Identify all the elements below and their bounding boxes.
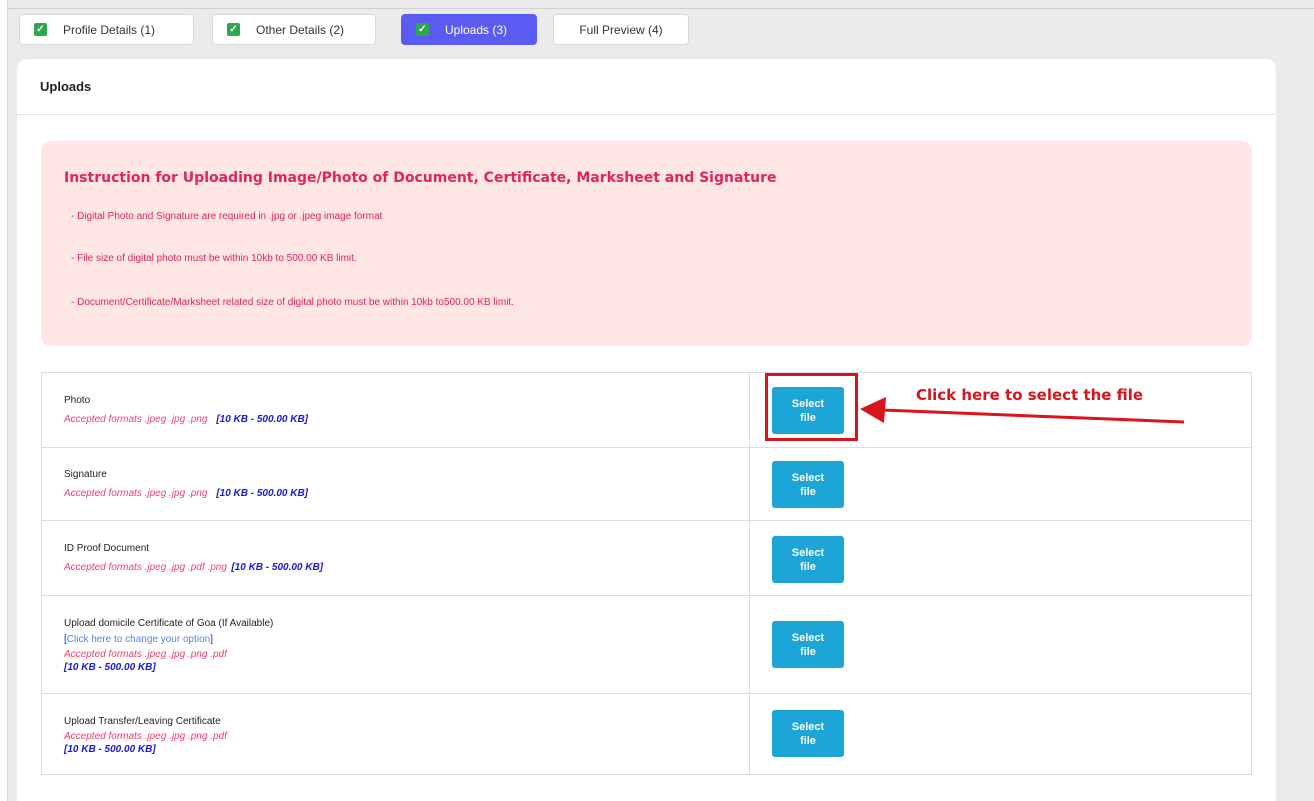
upload-info: Signature Accepted formats .jpeg .jpg .p… <box>42 448 750 520</box>
tab-label: Full Preview <box>579 22 645 37</box>
instruction-line: - Document/Certificate/Marksheet related… <box>71 297 514 308</box>
tab-other-details[interactable]: ✓ Other Details (2) <box>212 14 376 45</box>
accepted-formats: Accepted formats .jpeg .jpg .pdf .png <box>64 562 227 573</box>
upload-row-signature: Signature Accepted formats .jpeg .jpg .p… <box>42 448 1251 521</box>
upload-row-transfer-certificate: Upload Transfer/Leaving Certificate Acce… <box>42 694 1251 774</box>
bracket-close: ] <box>210 634 213 645</box>
accepted-formats: Accepted formats .jpeg .jpg .png <box>64 488 208 499</box>
document-name: Signature <box>64 469 107 480</box>
accepted-formats: Accepted formats .jpeg .jpg .png <box>64 414 208 425</box>
accepted-formats: Accepted formats .jpeg .jpg .png .pdf <box>64 649 227 660</box>
document-name: Photo <box>64 395 91 406</box>
upload-info: Photo Accepted formats .jpeg .jpg .png [… <box>42 373 750 447</box>
document-name: ID Proof Document <box>64 543 150 554</box>
tab-number: (4) <box>648 22 663 37</box>
card-divider <box>17 114 1276 115</box>
tab-label: Other Details <box>256 22 327 37</box>
tab-full-preview[interactable]: Full Preview (4) <box>553 14 689 45</box>
tab-label: Uploads <box>445 22 490 37</box>
tab-profile-details[interactable]: ✓ Profile Details (1) <box>19 14 194 45</box>
upload-action: Select file <box>750 521 1251 595</box>
tab-number: (1) <box>140 22 156 37</box>
tab-number: (2) <box>329 22 345 37</box>
upload-row-id-proof: ID Proof Document Accepted formats .jpeg… <box>42 521 1251 596</box>
upload-info: Upload domicile Certificate of Goa (If A… <box>42 596 750 693</box>
upload-info: Upload Transfer/Leaving Certificate Acce… <box>42 694 750 774</box>
upload-action: Select file <box>750 596 1251 693</box>
instruction-line: - Digital Photo and Signature are requir… <box>71 211 383 222</box>
tab-uploads[interactable]: ✓ Uploads (3) <box>401 14 537 45</box>
size-limit: [10 KB - 500.00 KB] <box>231 562 324 573</box>
instruction-box: Instruction for Uploading Image/Photo of… <box>41 141 1252 346</box>
card-title: Uploads <box>40 79 92 94</box>
top-divider <box>8 8 1314 9</box>
accepted-formats: Accepted formats .jpeg .jpg .png .pdf <box>64 730 227 742</box>
tab-label: Profile Details <box>63 22 138 37</box>
size-limit: [10 KB - 500.00 KB] <box>64 662 156 673</box>
change-option-link[interactable]: Click here to change your option <box>67 634 210 645</box>
document-name: Upload domicile Certificate of Goa (If A… <box>64 618 274 629</box>
left-edge-bar <box>0 0 8 801</box>
size-limit: [10 KB - 500.00 KB] <box>64 743 156 755</box>
upload-row-domicile: Upload domicile Certificate of Goa (If A… <box>42 596 1251 694</box>
select-file-button[interactable]: Select file <box>772 621 844 668</box>
annotation-callout: Click here to select the file <box>916 386 1144 404</box>
document-name: Upload Transfer/Leaving Certificate <box>64 715 221 727</box>
upload-action: Select file <box>750 448 1251 520</box>
checkbox-checked-icon: ✓ <box>34 23 47 36</box>
annotation-highlight-box <box>765 373 858 441</box>
upload-info: ID Proof Document Accepted formats .jpeg… <box>42 521 750 595</box>
checkbox-checked-icon: ✓ <box>227 23 240 36</box>
change-option: [Click here to change your option] <box>64 632 749 648</box>
step-tabs: ✓ Profile Details (1) ✓ Other Details (2… <box>19 14 706 45</box>
size-limit: [10 KB - 500.00 KB] <box>216 414 309 425</box>
tab-number: (3) <box>492 22 508 37</box>
instruction-line: - File size of digital photo must be wit… <box>71 253 357 264</box>
upload-action: Select file <box>750 694 1251 774</box>
instruction-title: Instruction for Uploading Image/Photo of… <box>64 170 777 186</box>
select-file-button[interactable]: Select file <box>772 536 844 583</box>
checkbox-checked-icon: ✓ <box>416 23 429 36</box>
select-file-button[interactable]: Select file <box>772 461 844 508</box>
select-file-button[interactable]: Select file <box>772 710 844 757</box>
size-limit: [10 KB - 500.00 KB] <box>216 488 309 499</box>
